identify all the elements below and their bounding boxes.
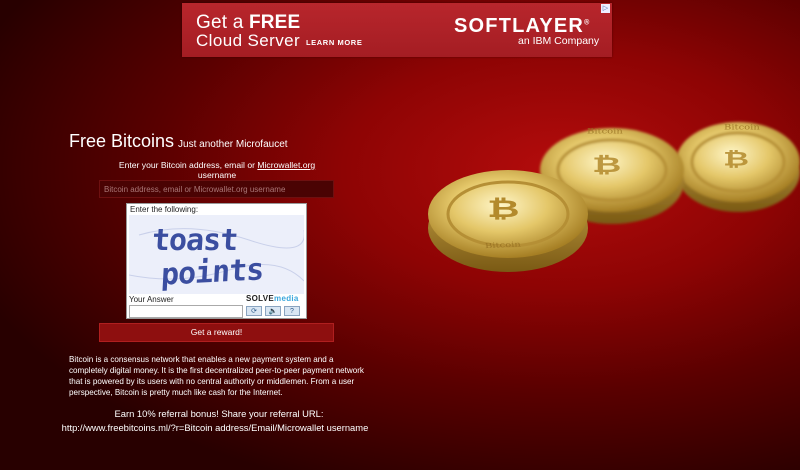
captcha-word-2: points (160, 252, 265, 293)
captcha-word-1: toast (150, 223, 239, 258)
page-title: Free Bitcoins Just another Microfaucet (69, 131, 288, 151)
get-reward-button[interactable]: Get a reward! (99, 323, 334, 342)
coin-right-label: Bitcoin (724, 123, 760, 132)
captcha-widget: Enter the following: toast points Your A… (126, 203, 307, 319)
referral-url: http://www.freebitcoins.ml/?r=Bitcoin ad… (61, 422, 369, 433)
ad-banner[interactable]: Get a FREE Cloud Server LEARN MORE SOFTL… (182, 3, 612, 57)
address-input[interactable]: Bitcoin address, email or Microwallet.or… (99, 180, 334, 198)
ad-subheadline: Cloud Server (196, 31, 301, 50)
microwallet-link[interactable]: Microwallet.org (257, 160, 315, 170)
coin-middle-symbol: ₿ (592, 153, 622, 178)
ad-brand-tagline: an IBM Company (518, 35, 600, 47)
help-icon[interactable]: ? (284, 306, 300, 316)
coin-front-symbol: ₿ (487, 195, 520, 223)
captcha-prompt: Enter the following: (130, 205, 199, 214)
coin-right-symbol: ₿ (723, 147, 750, 171)
captcha-answer-label: Your Answer (129, 295, 174, 304)
captcha-image: toast points (129, 215, 304, 294)
audio-icon[interactable]: 🔈 (265, 306, 281, 316)
bitcoin-coins-illustration (428, 122, 800, 272)
bitcoin-description: Bitcoin is a consensus network that enab… (69, 355, 364, 397)
ad-learn-more-link[interactable]: LEARN MORE (306, 38, 362, 47)
adchoices-icon[interactable]: ▷ (601, 4, 610, 13)
address-instruction: Enter your Bitcoin address, email or Mic… (118, 160, 316, 180)
solvemedia-logo: SOLVEmedia (246, 294, 299, 303)
coin-middle-label: Bitcoin (587, 127, 623, 136)
captcha-answer-input[interactable] (129, 305, 243, 318)
refresh-icon[interactable]: ⟳ (246, 306, 262, 316)
referral-heading: Earn 10% referral bonus! Share your refe… (114, 408, 324, 419)
page-subtitle: Just another Microfaucet (178, 139, 288, 150)
